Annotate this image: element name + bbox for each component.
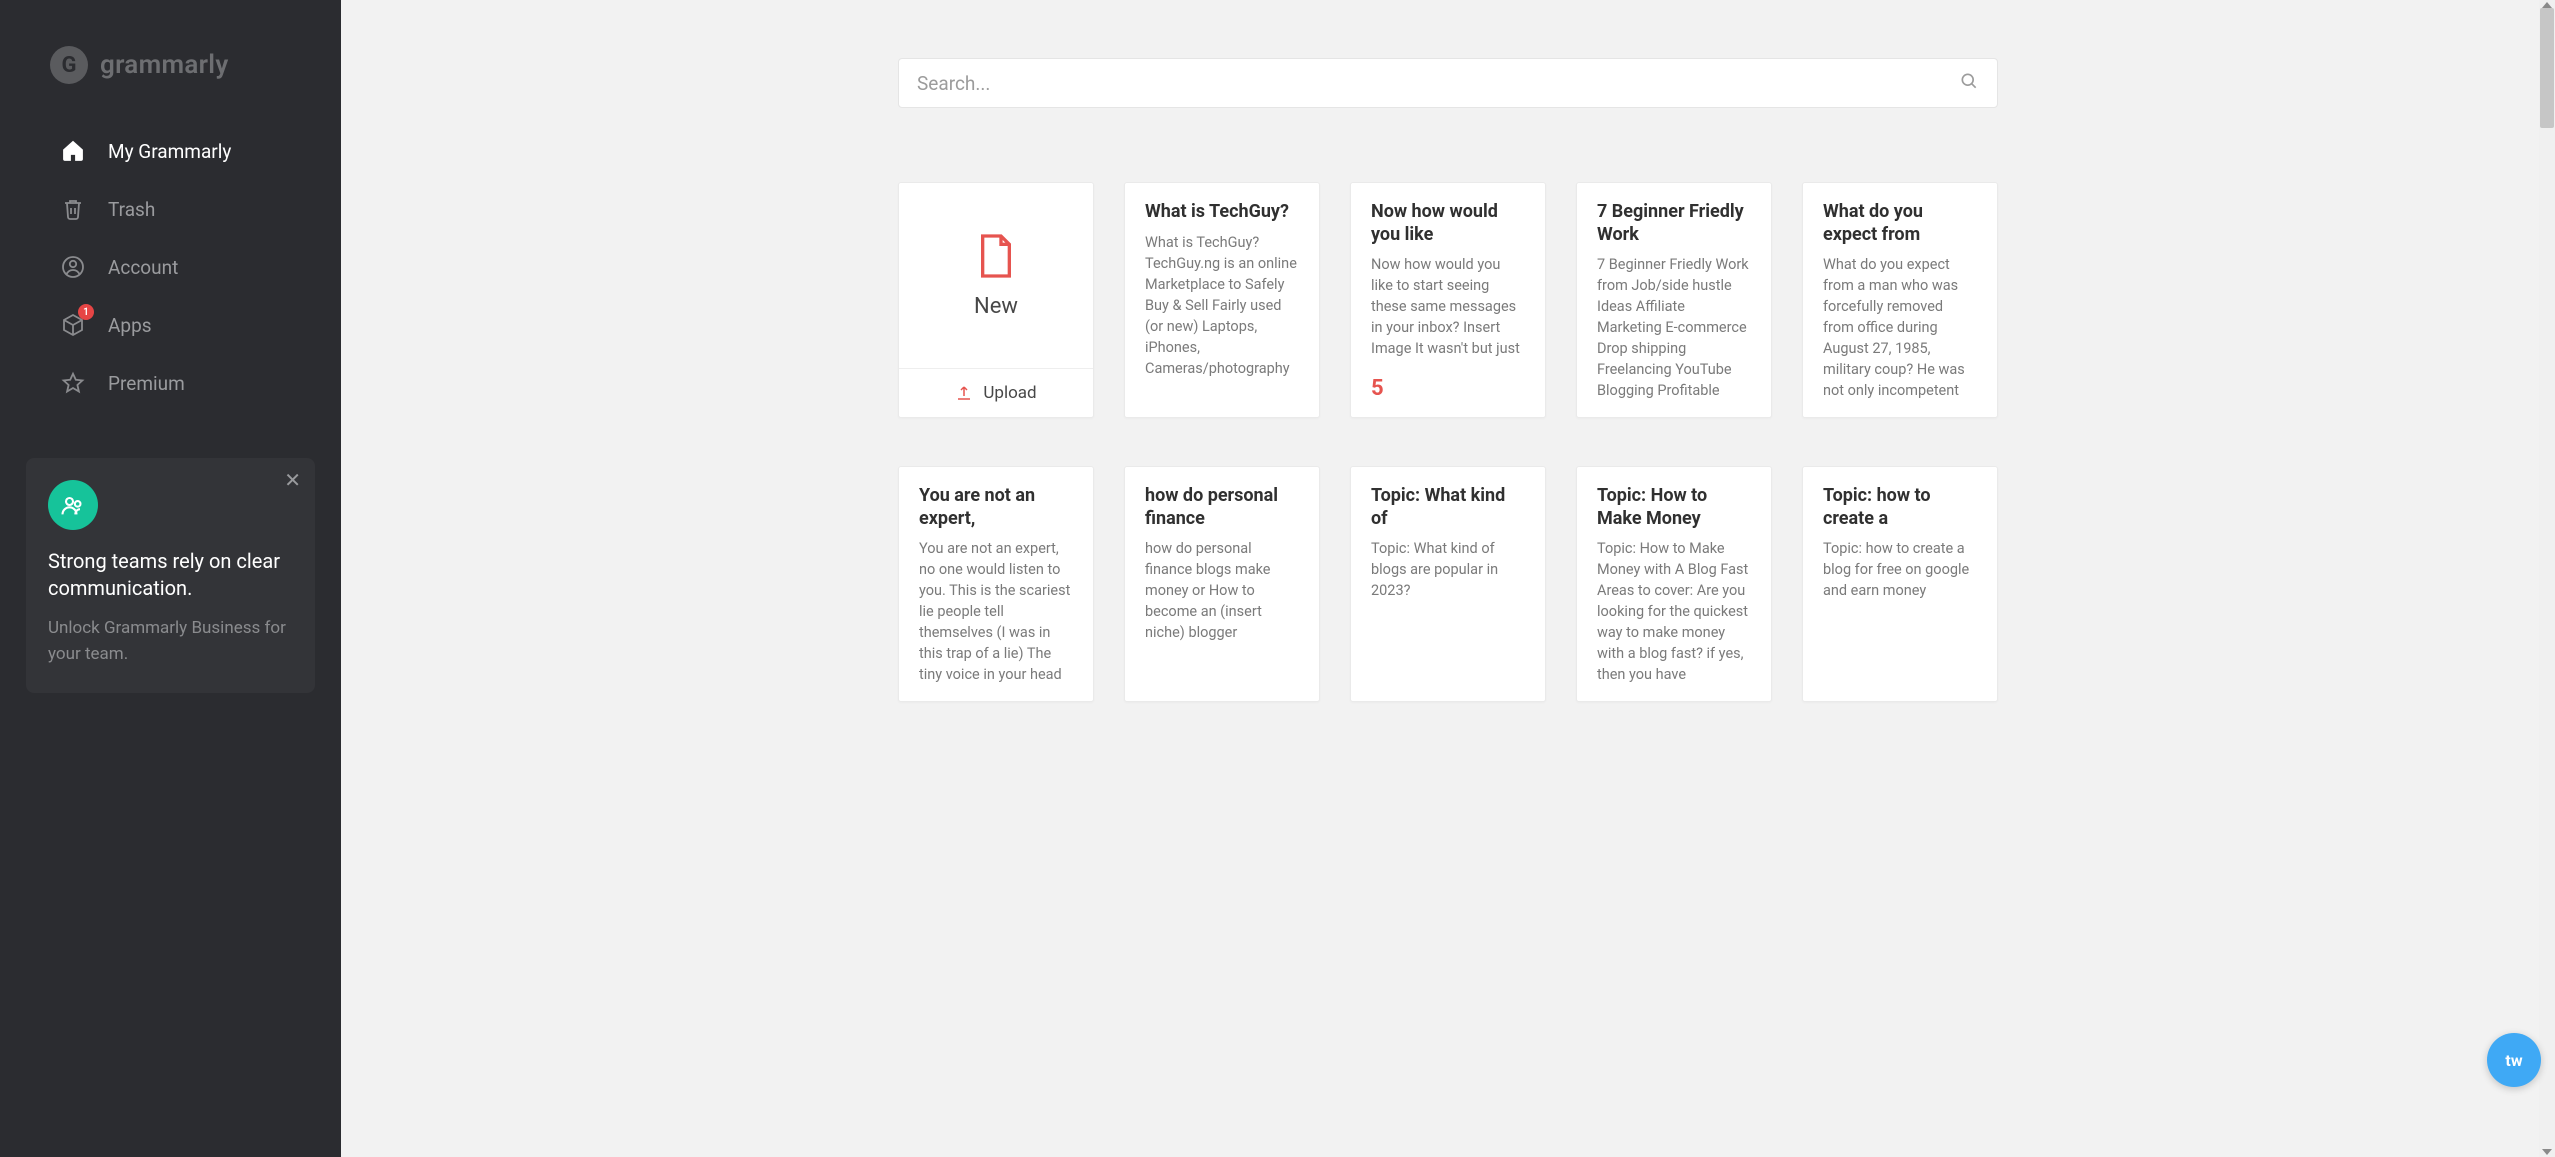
scroll-thumb[interactable] <box>2540 8 2554 128</box>
chat-widget-button[interactable]: tw <box>2487 1033 2541 1087</box>
star-icon <box>60 370 86 396</box>
document-card[interactable]: You are not an expert, You are not an exp… <box>898 466 1094 702</box>
document-preview: Topic: What kind of blogs are popular in… <box>1371 538 1525 685</box>
document-card[interactable]: 7 Beginner Friedly Work 7 Beginner Friedl… <box>1576 182 1772 418</box>
document-title: Now how would you like <box>1371 201 1525 246</box>
close-icon[interactable]: ✕ <box>284 470 301 490</box>
sidebar-item-label: Trash <box>108 198 155 221</box>
document-card[interactable]: Topic: What kind of Topic: What kind of b… <box>1350 466 1546 702</box>
sidebar-item-apps[interactable]: Apps 1 <box>0 298 341 352</box>
document-preview: You are not an expert, no one would list… <box>919 538 1073 685</box>
scroll-down-icon[interactable] <box>2542 1149 2552 1155</box>
brand-logo[interactable]: G grammarly <box>0 46 341 116</box>
document-title: 7 Beginner Friedly Work <box>1597 201 1751 246</box>
sidebar-item-account[interactable]: Account <box>0 240 341 294</box>
trash-icon <box>60 196 86 222</box>
document-card[interactable]: how do personal finance how do personal f… <box>1124 466 1320 702</box>
inner-scrollbar-right[interactable] <box>2539 0 2555 1157</box>
new-label: New <box>974 294 1018 319</box>
sidebar-item-premium[interactable]: Premium <box>0 356 341 410</box>
document-preview: Now how would you like to start seeing t… <box>1371 254 1525 366</box>
document-title: Topic: How to Make Money <box>1597 485 1751 530</box>
upload-label: Upload <box>983 383 1036 403</box>
document-title: You are not an expert, <box>919 485 1073 530</box>
search-icon[interactable] <box>1959 71 1979 95</box>
document-title: Topic: What kind of <box>1371 485 1525 530</box>
promo-card: ✕ Strong teams rely on clear communicati… <box>26 458 315 693</box>
document-score: 5 <box>1371 376 1384 401</box>
sidebar-item-label: Account <box>108 256 178 279</box>
chat-widget-label: tw <box>2505 1051 2522 1070</box>
sidebar-item-trash[interactable]: Trash <box>0 182 341 236</box>
document-card[interactable]: Topic: how to create a Topic: how to crea… <box>1802 466 1998 702</box>
document-title: What do you expect from <box>1823 201 1977 246</box>
brand-glyph: G <box>62 53 77 78</box>
document-footer: 5 <box>1371 376 1525 401</box>
promo-subtitle: Unlock Grammarly Business for your team. <box>48 616 293 667</box>
home-icon <box>60 138 86 164</box>
upload-button[interactable]: Upload <box>899 368 1093 417</box>
apps-badge: 1 <box>78 304 94 320</box>
document-card[interactable]: What do you expect from What do you expec… <box>1802 182 1998 418</box>
main-area: New Upload What is TechGuy?What is TechG… <box>341 0 2555 1157</box>
document-preview: What is TechGuy? TechGuy.ng is an online… <box>1145 232 1299 402</box>
document-card[interactable]: Topic: How to Make Money Topic: How to Ma… <box>1576 466 1772 702</box>
document-preview: What do you expect from a man who was fo… <box>1823 254 1977 401</box>
document-preview: 7 Beginner Friedly Work from Job/side hu… <box>1597 254 1751 401</box>
document-title: how do personal finance <box>1145 485 1299 530</box>
sidebar-item-my-grammarly[interactable]: My Grammarly <box>0 124 341 178</box>
document-card[interactable]: Now how would you like Now how would you … <box>1350 182 1546 418</box>
search-bar[interactable] <box>898 58 1998 108</box>
new-document-button[interactable]: New <box>974 183 1018 368</box>
document-preview: how do personal finance blogs make money… <box>1145 538 1299 685</box>
main-inner: New Upload What is TechGuy?What is TechG… <box>898 0 1998 702</box>
sidebar-item-label: Apps <box>108 314 152 337</box>
document-title: Topic: how to create a <box>1823 485 1977 530</box>
scroll-track[interactable] <box>2539 8 2555 1149</box>
document-card[interactable]: What is TechGuy? What is TechGuy? TechGuy… <box>1124 182 1320 418</box>
document-preview: Topic: How to Make Money with A Blog Fas… <box>1597 538 1751 685</box>
search-input[interactable] <box>917 72 1959 95</box>
sidebar-item-label: Premium <box>108 372 185 395</box>
sidebar-item-label: My Grammarly <box>108 140 231 163</box>
sidebar-nav: My Grammarly Trash Account Apps 1 <box>0 116 341 418</box>
sidebar: G grammarly My Grammarly Trash <box>0 0 341 1157</box>
brand-name: grammarly <box>100 50 229 80</box>
documents-grid: New Upload What is TechGuy?What is TechG… <box>898 182 1998 702</box>
app-root: G grammarly My Grammarly Trash <box>0 0 2555 1157</box>
new-document-card: New Upload <box>898 182 1094 418</box>
team-icon <box>48 480 98 530</box>
document-title: What is TechGuy? <box>1145 201 1299 224</box>
document-preview: Topic: how to create a blog for free on … <box>1823 538 1977 685</box>
brand-mark: G <box>50 46 88 84</box>
user-icon <box>60 254 86 280</box>
promo-title: Strong teams rely on clear communication… <box>48 548 293 602</box>
file-icon <box>976 232 1016 280</box>
upload-icon <box>955 384 973 402</box>
